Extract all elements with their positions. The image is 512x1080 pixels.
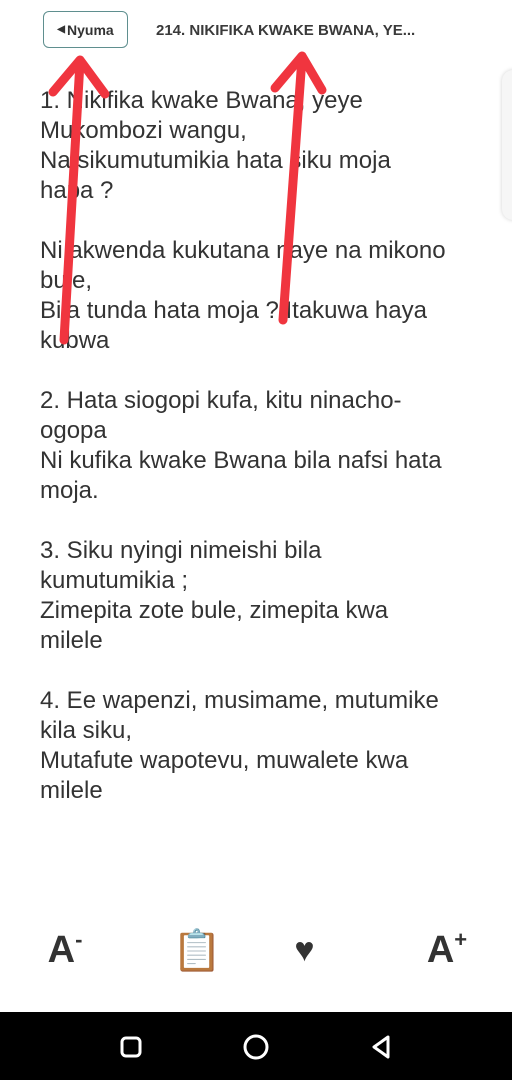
- lyric-line: 3. Siku nyingi nimeishi bila: [40, 537, 322, 564]
- increase-font-button[interactable]: A +: [420, 925, 474, 975]
- minus-icon: -: [75, 927, 83, 952]
- stanza: Ni akwenda kukutana naye na mikono bule,…: [40, 236, 480, 356]
- font-decrease-icon: A: [47, 928, 76, 971]
- lyric-line: kubwa: [40, 327, 110, 354]
- recent-apps-button[interactable]: [116, 1032, 146, 1062]
- lyric-line: 2. Hata siogopi kufa, kitu ninacho-: [40, 387, 402, 414]
- lyrics-content: 1. Nikifika kwake Bwana, yeye Mukombozi …: [40, 86, 480, 836]
- stanza: 3. Siku nyingi nimeishi bila kumutumikia…: [40, 536, 480, 656]
- back-arrow-icon: ◀: [57, 24, 65, 35]
- lyric-line: Mukombozi wangu,: [40, 117, 247, 144]
- back-button[interactable]: ◀ Nyuma: [43, 11, 128, 48]
- lyric-line: Zimepita zote bule, zimepita kwa: [40, 597, 389, 624]
- lyric-line: Bila tunda hata moja ? Itakuwa haya: [40, 297, 427, 324]
- lyric-line: 4. Ee wapenzi, musimame, mutumike: [40, 687, 439, 714]
- decrease-font-button[interactable]: A-: [40, 925, 90, 975]
- home-button[interactable]: [241, 1032, 271, 1062]
- lyric-line: Mutafute wapotevu, muwalete kwa: [40, 747, 409, 774]
- lyric-line: milele: [40, 627, 103, 654]
- lyric-line: Na sikumutumikia hata siku moja: [40, 147, 391, 174]
- edge-scroll-handle[interactable]: [502, 70, 512, 220]
- copy-button[interactable]: 📋: [172, 925, 222, 975]
- plus-icon: +: [454, 927, 468, 952]
- page-title: 214. NIKIFIKA KWAKE BWANA, YE...: [156, 22, 416, 39]
- system-nav-bar: [0, 1012, 512, 1080]
- app-screen: ◀ Nyuma 214. NIKIFIKA KWAKE BWANA, YE...…: [0, 0, 512, 1080]
- home-icon: [243, 1034, 269, 1060]
- lyric-line: kumutumikia ;: [40, 567, 189, 594]
- lyric-line: moja.: [40, 477, 99, 504]
- lyric-line: bule,: [40, 267, 93, 294]
- header-bar: ◀ Nyuma 214. NIKIFIKA KWAKE BWANA, YE...: [0, 0, 512, 64]
- heart-icon: ♥: [294, 930, 315, 969]
- lyric-line: milele: [40, 777, 103, 804]
- back-triangle-icon: [372, 1035, 390, 1059]
- recent-apps-icon: [120, 1036, 142, 1058]
- font-increase-icon: A: [426, 928, 455, 971]
- stanza: 1. Nikifika kwake Bwana, yeye Mukombozi …: [40, 86, 480, 206]
- lyric-line: hapa ?: [40, 177, 114, 204]
- lyric-line: 1. Nikifika kwake Bwana, yeye: [40, 87, 363, 114]
- favorite-button[interactable]: ♥: [282, 925, 327, 975]
- stanza: 4. Ee wapenzi, musimame, mutumike kila s…: [40, 686, 480, 806]
- stanza: 2. Hata siogopi kufa, kitu ninacho- ogop…: [40, 386, 480, 506]
- lyric-line: kila siku,: [40, 717, 133, 744]
- bottom-toolbar: A- 📋 ♥ A +: [0, 915, 512, 985]
- back-button-label: Nyuma: [67, 21, 114, 38]
- lyric-line: Ni kufika kwake Bwana bila nafsi hata: [40, 447, 442, 474]
- system-back-button[interactable]: [366, 1032, 396, 1062]
- lyric-line: ogopa: [40, 417, 107, 444]
- clipboard-icon: 📋: [172, 928, 222, 973]
- lyric-line: Ni akwenda kukutana naye na mikono: [40, 237, 446, 264]
